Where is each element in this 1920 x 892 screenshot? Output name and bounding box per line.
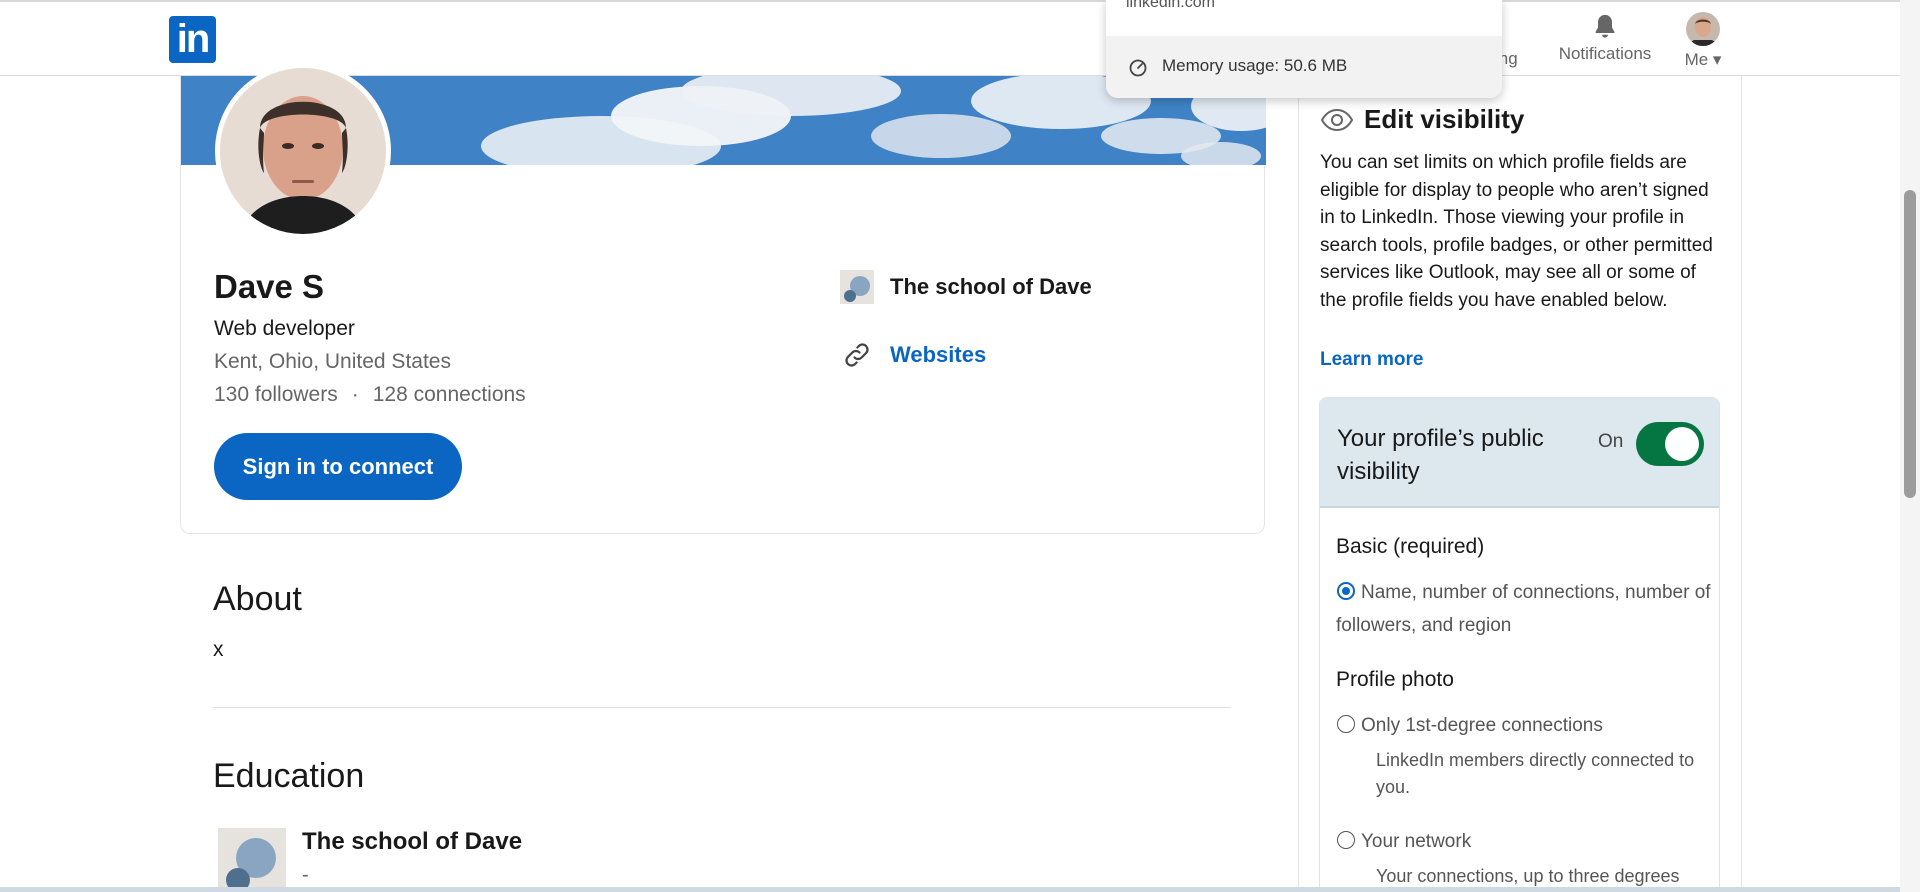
profile-name: Dave S xyxy=(214,268,325,305)
bottom-edge xyxy=(0,887,1900,892)
basic-option-text: Name, number of connections, number of f… xyxy=(1336,582,1711,636)
edit-visibility-title: Edit visibility xyxy=(1364,104,1525,134)
photo-1st-degree-radio[interactable] xyxy=(1337,715,1355,733)
public-visibility-header: Your profile’s public visibility On xyxy=(1320,398,1719,508)
websites-row[interactable]: Websites xyxy=(842,338,986,372)
gauge-icon xyxy=(1129,59,1147,77)
connections-count[interactable]: 128 connections xyxy=(373,383,526,406)
profile-location: Kent, Ohio, United States xyxy=(214,350,451,373)
section-divider xyxy=(213,707,1231,708)
websites-link[interactable]: Websites xyxy=(890,342,986,368)
profile-photo[interactable] xyxy=(215,63,391,239)
public-visibility-title: Your profile’s public visibility xyxy=(1337,425,1544,485)
toggle-knob xyxy=(1665,427,1699,461)
bell-icon xyxy=(1595,14,1615,38)
notifications-label: Notifications xyxy=(1558,44,1652,63)
education-heading: Education xyxy=(213,757,365,795)
photo-1st-degree-label[interactable]: Only 1st-degree connections xyxy=(1361,709,1603,742)
basic-heading: Basic (required) xyxy=(1336,535,1485,558)
memory-usage-row: Memory usage: 50.6 MB xyxy=(1106,36,1502,98)
profile-headline: Web developer xyxy=(214,317,355,340)
nav-me[interactable]: Me ▾ xyxy=(1672,12,1734,70)
about-heading: About xyxy=(213,580,302,618)
edit-visibility-header: Edit visibility xyxy=(1320,104,1524,135)
sign-in-to-connect-button[interactable]: Sign in to connect xyxy=(214,433,462,500)
memory-usage-text: Memory usage: 50.6 MB xyxy=(1162,56,1348,75)
tab-hover-popup: linkedin.com Memory usage: 50.6 MB xyxy=(1106,0,1502,98)
avatar xyxy=(1686,12,1720,46)
photo-network-desc: Your connections, up to three degrees xyxy=(1376,866,1680,886)
nav-notifications[interactable]: Notifications xyxy=(1550,12,1660,64)
about-text: x xyxy=(213,638,224,661)
edit-visibility-description: You can set limits on which profile fiel… xyxy=(1320,152,1713,311)
education-dates: - xyxy=(302,864,309,886)
eye-icon xyxy=(1320,108,1354,131)
followers-count: 130 followers xyxy=(214,383,338,406)
profile-school[interactable]: The school of Dave xyxy=(840,270,1092,304)
me-label: Me ▾ xyxy=(1684,50,1722,69)
page: in ing Notifications Me ▾ linkedin.com M… xyxy=(0,0,1920,892)
school-name: The school of Dave xyxy=(890,274,1092,299)
counts-separator: · xyxy=(351,383,359,406)
popup-url: linkedin.com xyxy=(1126,0,1215,11)
school-logo xyxy=(840,270,874,304)
photo-network-label[interactable]: Your network xyxy=(1361,825,1471,858)
public-visibility-box: Your profile’s public visibility On xyxy=(1319,397,1720,892)
toggle-state-label: On xyxy=(1598,431,1624,452)
profile-photo-heading: Profile photo xyxy=(1336,668,1454,691)
learn-more-link[interactable]: Learn more xyxy=(1320,349,1423,371)
photo-network-radio[interactable] xyxy=(1337,831,1355,849)
link-icon xyxy=(845,343,869,367)
scrollbar-thumb[interactable] xyxy=(1904,190,1916,498)
photo-1st-degree-desc: LinkedIn members directly connected to y… xyxy=(1376,750,1695,797)
profile-counts: 130 followers · 128 connections xyxy=(214,383,526,407)
linkedin-logo[interactable]: in xyxy=(169,16,216,63)
public-visibility-toggle[interactable] xyxy=(1636,422,1704,466)
education-school-name[interactable]: The school of Dave xyxy=(302,828,522,856)
education-school-logo[interactable] xyxy=(218,828,286,892)
